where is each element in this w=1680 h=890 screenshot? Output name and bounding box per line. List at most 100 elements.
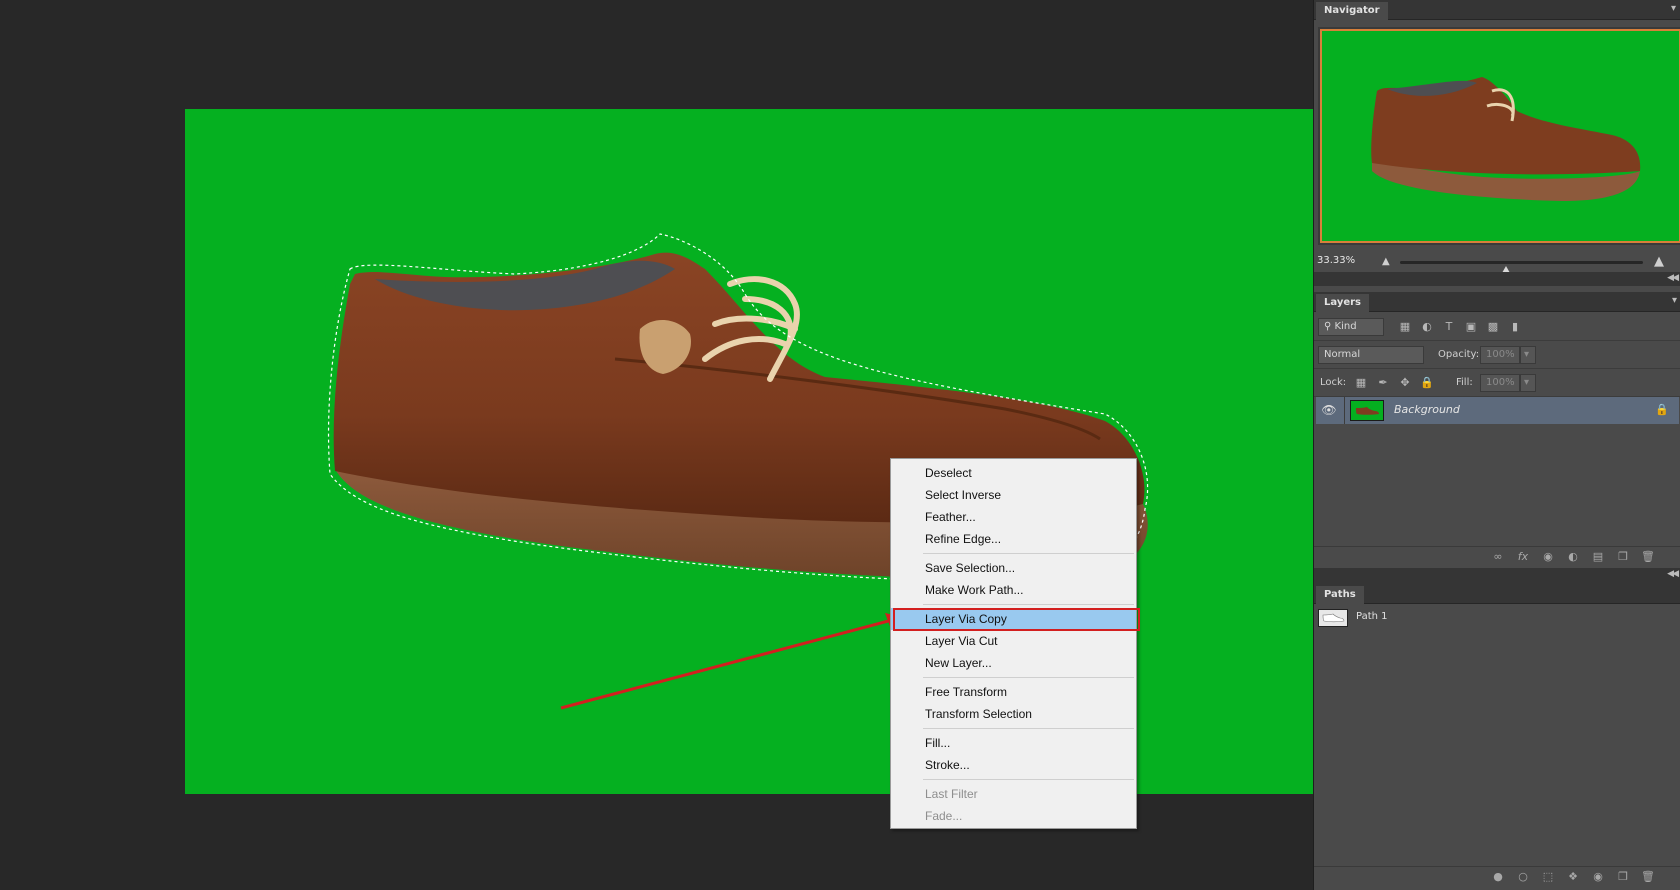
menu-item-transform-selection[interactable]: Transform Selection [891,703,1136,725]
layer-filter-row: ⚲ Kind ▦ ◐ T ▣ ▩ ▮ [1314,313,1680,341]
menu-item-make-work-path[interactable]: Make Work Path... [891,579,1136,601]
fill-input[interactable]: 100% [1480,374,1520,392]
paths-tabbar: Paths [1314,584,1680,604]
filter-adjustment-icon[interactable]: ◐ [1420,320,1434,334]
menu-item-free-transform[interactable]: Free Transform [891,681,1136,703]
add-mask-icon[interactable]: ◉ [1540,550,1556,564]
menu-separator [923,779,1134,780]
lock-icon: 🔒 [1655,403,1669,416]
menu-item-stroke[interactable]: Stroke... [891,754,1136,776]
navigator-view-box[interactable] [1320,29,1680,243]
chevron-down-icon[interactable]: ▾ [1520,374,1536,392]
filter-shape-icon[interactable]: ▣ [1464,320,1478,334]
menu-item-fade: Fade... [925,809,963,823]
lock-transparent-icon[interactable]: ▦ [1354,376,1368,390]
blend-mode-select[interactable]: Normal [1318,346,1424,364]
layers-footer-toolbar: ∞ fx ◉ ◐ ▤ ❐ 🗑 [1314,546,1680,566]
menu-item-deselect[interactable]: Deselect [891,462,1136,484]
layers-tabbar: Layers ▾ [1314,292,1680,312]
filter-smart-object-icon[interactable]: ▩ [1486,320,1500,334]
filter-type-icon[interactable]: T [1442,320,1456,334]
make-work-path-icon[interactable]: ❖ [1565,870,1581,884]
menu-separator [923,677,1134,678]
menu-separator [923,728,1134,729]
trash-icon[interactable]: 🗑 [1640,870,1656,884]
menu-item-last-filter: Last Filter [925,787,978,801]
layers-panel: Layers ▾ ⚲ Kind ▦ ◐ T ▣ ▩ ▮ Normal Opaci… [1314,292,1680,568]
menu-item-fill[interactable]: Fill... [891,732,1136,754]
menu-item-select-inverse[interactable]: Select Inverse [891,484,1136,506]
filter-toggle-icon[interactable]: ▮ [1508,320,1522,334]
lock-brush-icon[interactable]: ✒ [1376,376,1390,390]
annotation-highlight-box [893,608,1140,631]
lock-label: Lock: [1320,377,1347,388]
layer-row-divider [1344,397,1345,424]
selection-context-menu: Deselect Select Inverse Feather... Refine E… [890,458,1140,829]
trash-icon[interactable]: 🗑 [1640,550,1656,564]
menu-item-layer-via-cut[interactable]: Layer Via Cut [891,630,1136,652]
path-name[interactable]: Path 1 [1356,611,1388,622]
layer-style-icon[interactable]: fx [1515,550,1531,564]
shoe-path-icon [1318,609,1348,627]
annotation-arrow-line [560,618,893,710]
menu-separator [923,604,1134,605]
collapse-icon[interactable]: ◀◀ [1667,569,1679,579]
filter-kind-select[interactable]: ⚲ Kind [1318,318,1384,336]
layer-thumbnail[interactable] [1350,400,1384,421]
lock-move-icon[interactable]: ✥ [1398,376,1412,390]
menu-item-layer-via-copy[interactable]: Layer Via Copy [891,608,1140,631]
menu-item-save-selection[interactable]: Save Selection... [891,557,1136,579]
menu-item-feather[interactable]: Feather... [891,506,1136,528]
new-group-icon[interactable]: ▤ [1590,550,1606,564]
paths-panel: Paths Path 1 ● ○ ⬚ ❖ ◉ ❐ 🗑 [1314,584,1680,890]
load-selection-icon[interactable]: ⬚ [1540,870,1556,884]
collapse-icon[interactable]: ◀◀ [1667,273,1679,283]
panel-divider: ◀◀ [1314,568,1680,584]
navigator-zoom-bar: 33.33% ▲ ▲ [1314,252,1680,273]
layer-blend-row: Normal Opacity: 100% ▾ [1314,341,1680,369]
layer-lock-row: Lock: ▦ ✒ ✥ 🔒 Fill: 100% ▾ [1314,369,1680,397]
path-thumbnail-shape [1322,613,1345,623]
layer-thumbnail-shoe [1356,407,1379,415]
tab-navigator[interactable]: Navigator [1316,2,1388,20]
new-path-icon[interactable]: ❐ [1615,870,1631,884]
filter-kind-label: Kind [1334,321,1357,332]
panel-menu-icon[interactable]: ▾ [1671,3,1676,14]
tab-paths[interactable]: Paths [1316,586,1364,604]
menu-item-refine-edge[interactable]: Refine Edge... [891,528,1136,550]
fill-label: Fill: [1456,377,1473,388]
document-canvas[interactable] [185,109,1313,794]
layer-name[interactable]: Background [1394,403,1460,416]
navigator-preview[interactable] [1318,27,1680,245]
link-layers-icon[interactable]: ∞ [1490,550,1506,564]
new-layer-icon[interactable]: ❐ [1615,550,1631,564]
opacity-input[interactable]: 100% [1480,346,1520,364]
menu-separator [923,553,1134,554]
navigator-shoe-thumbnail [1371,77,1641,201]
zoom-out-icon[interactable]: ▲ [1382,256,1390,267]
chevron-down-icon[interactable]: ▾ [1520,346,1536,364]
paths-footer-toolbar: ● ○ ⬚ ❖ ◉ ❐ 🗑 [1314,866,1680,886]
layer-row-background[interactable]: 👁 Background 🔒 [1316,397,1679,424]
add-mask-icon[interactable]: ◉ [1590,870,1606,884]
shoe-image [327,233,1149,710]
panel-menu-icon[interactable]: ▾ [1672,295,1677,306]
zoom-in-icon[interactable]: ▲ [1654,254,1664,269]
search-icon: ⚲ [1324,321,1332,332]
menu-item-new-layer[interactable]: New Layer... [891,652,1136,674]
document-workspace: Deselect Select Inverse Feather... Refine E… [0,0,1313,890]
eye-icon[interactable]: 👁 [1320,403,1338,417]
lock-all-icon[interactable]: 🔒 [1420,376,1434,390]
adjustment-layer-icon[interactable]: ◐ [1565,550,1581,564]
right-panel-dock: Navigator ▾ 33.33% ▲ ▲ ◀◀ Layers ▾ ⚲ Kin… [1313,0,1680,890]
opacity-label: Opacity: [1438,349,1480,360]
zoom-percent[interactable]: 33.33% [1317,255,1355,266]
stroke-path-icon[interactable]: ○ [1515,870,1531,884]
path-row[interactable]: Path 1 [1314,606,1680,630]
zoom-slider[interactable] [1400,261,1643,273]
tab-layers[interactable]: Layers [1316,294,1369,312]
panel-divider: ◀◀ [1314,272,1680,286]
fill-path-icon[interactable]: ● [1490,870,1506,884]
navigator-tabbar: Navigator ▾ [1314,0,1680,20]
filter-pixel-icon[interactable]: ▦ [1398,320,1412,334]
